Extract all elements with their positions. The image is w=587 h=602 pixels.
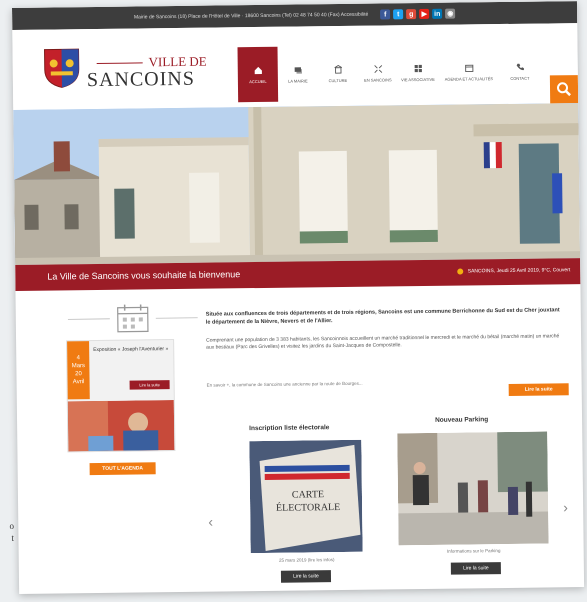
news-title-1[interactable]: Inscription liste électorale [249,424,329,432]
news-read-more-button-2[interactable]: Lire la suite [450,562,501,575]
welcome-bar: La Ville de Sancoins vous souhaite la bi… [15,258,581,291]
date-weather: SANCOINS, Jeudi 25 Avril 2019, 9°C, Couv… [457,267,571,275]
news-read-more-button-1[interactable]: Lire la suite [280,570,332,583]
youtube-icon[interactable]: ▶ [419,8,430,20]
nav-item-label: Culture [328,77,348,83]
welcome-text: La Ville de Sancoins vous souhaite la bi… [47,269,241,282]
search-icon [557,82,571,97]
event-photo [67,400,175,452]
event-month2: Avril [72,379,85,386]
intro-paragraph: Comprenant une population de 3 383 habit… [206,333,560,351]
phone-icon [516,63,524,70]
nav-item-label: Agenda et Actualités [444,75,494,82]
social-links: f t g ▶ in ◉ [380,8,456,20]
carousel-prev-arrow[interactable]: ‹ [208,514,213,530]
event-month: Mars [71,363,86,370]
news-image-2[interactable] [397,431,549,546]
rss-icon[interactable]: ◉ [445,8,456,19]
nav-item-label: La Mairie [288,77,308,84]
grid-icon [414,64,422,72]
nav-item-agenda-et-actualit-s[interactable]: Agenda et Actualités [437,44,500,100]
town-hall-photo [13,103,581,265]
agenda-calendar-icon [67,304,198,333]
hero-banner [13,103,581,265]
calendar-icon [464,64,473,72]
nav-item-label: En Sancoins [364,76,392,83]
news-title-2[interactable]: Nouveau Parking [435,416,488,424]
home-icon [254,66,262,74]
twitter-icon[interactable]: t [393,9,404,20]
expand-icon [373,64,382,73]
contact-info: Mairie de Sancoins (18) Place de l'Hôtel… [133,11,369,21]
all-agenda-button[interactable]: Tout l'agenda [89,462,156,476]
crest-icon[interactable] [42,47,81,89]
carousel-next-arrow[interactable]: › [563,499,568,515]
date-weather-text: SANCOINS, Jeudi 25 Avril 2019, 9°C, Couv… [467,267,571,275]
event-day: 4 [76,355,80,362]
event-day2: 20 [75,371,82,378]
weather-icon [457,268,464,275]
event-title[interactable]: Exposition « Joseph l'Aventurier » [93,346,169,353]
google-plus-icon[interactable]: g [406,9,417,20]
nav-item-accueil[interactable]: Accueil [237,46,279,103]
nav-item-la-mairie[interactable]: La Mairie [277,46,318,101]
nav-item-label: Vie Associative [401,76,435,82]
building-icon [333,64,342,74]
chat-icon [294,66,302,74]
logo-title[interactable]: Sancoins [87,68,195,92]
event-read-more-button[interactable]: Lire la suite [129,380,170,390]
search-button[interactable] [549,75,579,104]
news-caption-2: Informations sur le Parking [446,548,501,554]
header: Ville de Sancoins Accueil La Mairie Cultur… [12,23,579,110]
parking-photo [397,431,549,546]
news-image-1[interactable]: CARTE ÉLECTORALE [249,439,363,554]
nav-item-contact[interactable]: Contact [499,44,540,99]
facebook-icon[interactable]: f [380,9,391,20]
event-date-badge: 4 Mars 20 Avril [67,341,90,400]
nav-item-vie-associative[interactable]: Vie Associative [397,45,438,100]
nav-item-culture[interactable]: Culture [317,46,358,101]
intro-read-more-button[interactable]: Lire la suite [508,383,569,396]
main-nav: Accueil La Mairie Culture En Sancoins Vie As… [237,44,540,103]
voter-card-text: CARTE ÉLECTORALE [275,489,341,514]
logo-rule [96,61,143,64]
event-card[interactable]: 4 Mars 20 Avril Exposition « Joseph l'Av… [66,339,176,453]
intro-more-text: En savoir +, la commune de Sancoins une … [206,380,363,388]
news-caption-1: 25 mars 2019 (lire les infos) [278,557,335,563]
page: Mairie de Sancoins (18) Place de l'Hôtel… [12,1,585,594]
linkedin-icon[interactable]: in [432,8,443,19]
nav-item-label: Accueil [249,78,267,84]
nav-item-en-sancoins[interactable]: En Sancoins [357,45,398,100]
intro-heading: Située aux confluences de trois départem… [205,307,560,326]
nav-item-label: Contact [510,75,530,81]
edge-text: o t [9,521,15,543]
